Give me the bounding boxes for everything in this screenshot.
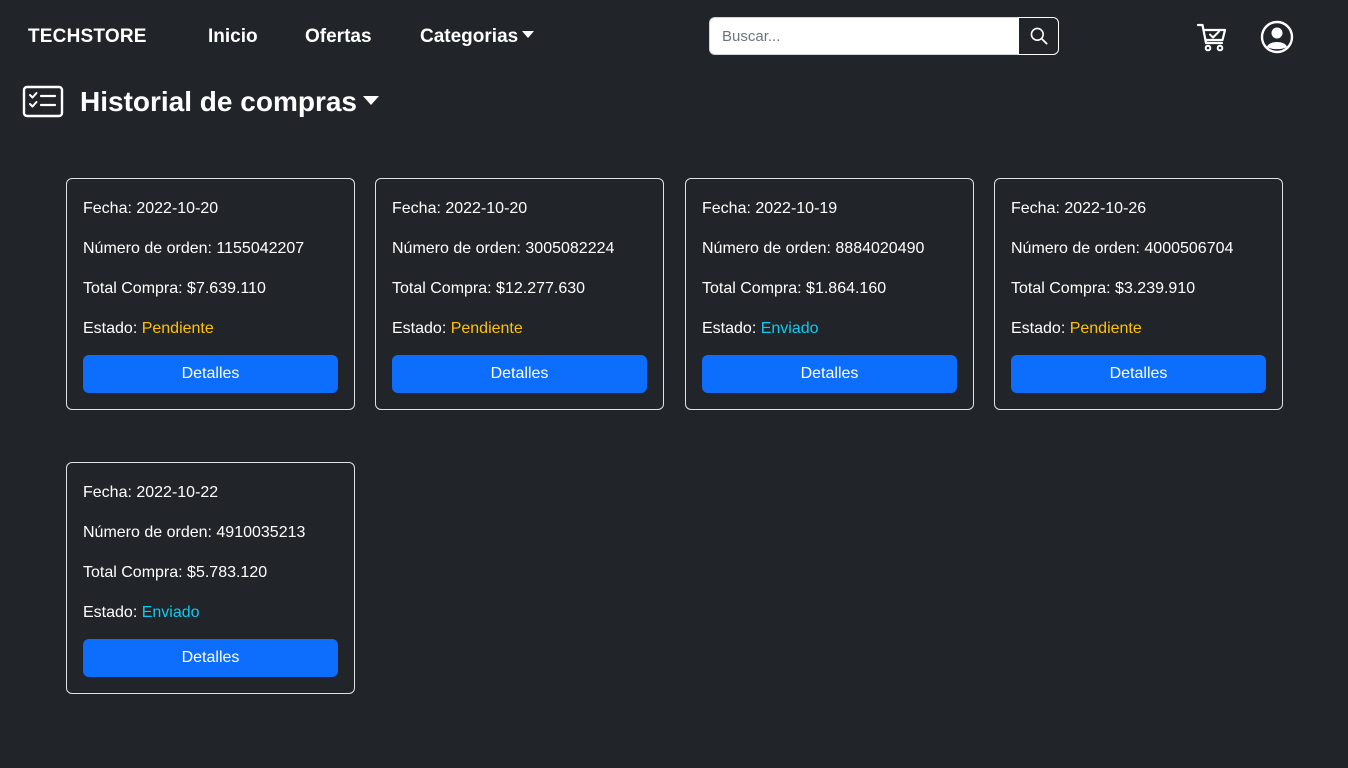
order-total: Total Compra: $3.239.910 [1011, 280, 1196, 297]
order-card: Fecha: 2022-10-22 Número de orden: 49100… [66, 462, 355, 694]
nav-dropdown-categorias[interactable]: Categorias [420, 26, 535, 48]
user-circle-icon [1260, 20, 1294, 54]
order-number: Número de orden: 8884020490 [702, 240, 925, 257]
order-number: Número de orden: 4910035213 [83, 524, 306, 541]
details-button[interactable]: Detalles [1011, 355, 1266, 393]
order-card: Fecha: 2022-10-19 Número de orden: 88840… [685, 178, 974, 410]
chevron-down-icon [362, 96, 379, 105]
nav-dropdown-categorias-label: Categorias [420, 26, 519, 47]
order-status: Estado: Pendiente [392, 320, 523, 337]
order-date: Fecha: 2022-10-20 [392, 200, 528, 217]
order-card: Fecha: 2022-10-20 Número de orden: 11550… [66, 178, 355, 410]
details-button[interactable]: Detalles [83, 355, 338, 393]
chevron-down-icon [522, 31, 535, 38]
order-total: Total Compra: $5.783.120 [83, 564, 268, 581]
order-date: Fecha: 2022-10-26 [1011, 200, 1147, 217]
status-badge: Pendiente [450, 320, 523, 337]
order-date: Fecha: 2022-10-22 [83, 484, 219, 501]
details-button[interactable]: Detalles [83, 639, 338, 677]
order-card: Fecha: 2022-10-20 Número de orden: 30050… [375, 178, 664, 410]
search-button[interactable] [1018, 17, 1059, 55]
cart-check-icon [1196, 23, 1227, 52]
details-button[interactable]: Detalles [702, 355, 957, 393]
navbar: TECHSTORE Inicio Ofertas Categorias [0, 0, 1348, 74]
order-total: Total Compra: $12.277.630 [392, 280, 586, 297]
status-badge: Pendiente [1069, 320, 1142, 337]
list-check-icon [22, 85, 64, 118]
nav-link-ofertas[interactable]: Ofertas [305, 26, 372, 48]
order-date: Fecha: 2022-10-19 [702, 200, 838, 217]
history-dropdown[interactable]: Historial de compras [80, 86, 379, 118]
order-status: Estado: Enviado [702, 320, 819, 337]
order-number: Número de orden: 3005082224 [392, 240, 615, 257]
order-total: Total Compra: $7.639.110 [83, 280, 266, 297]
status-badge: Pendiente [141, 320, 214, 337]
page-title: Historial de compras [80, 86, 357, 117]
cart-button[interactable] [1194, 19, 1230, 55]
order-total: Total Compra: $1.864.160 [702, 280, 887, 297]
order-date: Fecha: 2022-10-20 [83, 200, 219, 217]
nav-link-inicio[interactable]: Inicio [208, 26, 258, 48]
order-number: Número de orden: 4000506704 [1011, 240, 1234, 257]
brand-logo[interactable]: TECHSTORE [28, 26, 147, 48]
order-number: Número de orden: 1155042207 [83, 240, 305, 257]
search-form [709, 17, 1059, 55]
search-input[interactable] [709, 17, 1019, 55]
account-button[interactable] [1259, 19, 1295, 55]
status-badge: Enviado [141, 604, 200, 621]
history-header: Historial de compras [22, 80, 379, 124]
status-badge: Enviado [760, 320, 819, 337]
search-icon [1030, 27, 1048, 45]
order-status: Estado: Enviado [83, 604, 200, 621]
order-status: Estado: Pendiente [1011, 320, 1142, 337]
order-status: Estado: Pendiente [83, 320, 214, 337]
order-card: Fecha: 2022-10-26 Número de orden: 40005… [994, 178, 1283, 410]
details-button[interactable]: Detalles [392, 355, 647, 393]
